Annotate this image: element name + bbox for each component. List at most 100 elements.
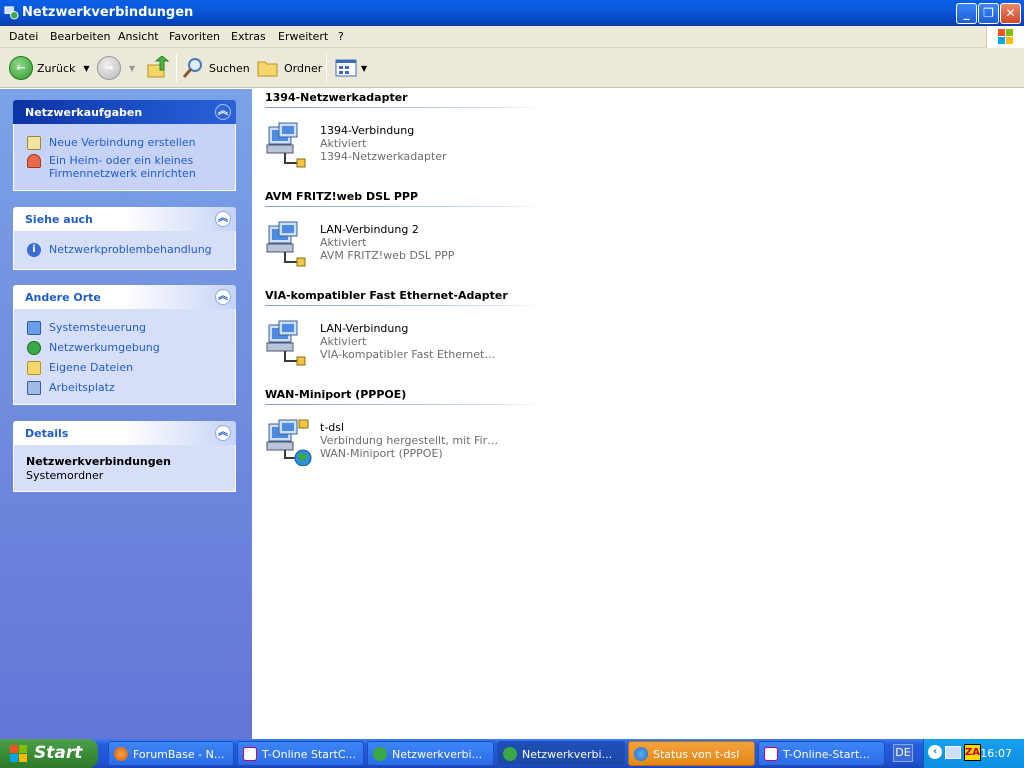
wan-connection-icon: [266, 419, 312, 466]
title-bar[interactable]: Netzwerkverbindungen _ ❐ ✕: [0, 0, 1024, 26]
details-box: Details ︽ Netzwerkverbindungen Systemord…: [13, 421, 236, 492]
details-header[interactable]: Details ︽: [13, 421, 236, 445]
connection-status: Aktiviert: [320, 137, 367, 150]
network-tray-icon[interactable]: [945, 746, 961, 759]
collapse-chevron-icon[interactable]: ︽: [215, 289, 231, 305]
globe-icon: [634, 747, 648, 761]
search-label: Suchen: [209, 61, 250, 75]
clock: 16:07: [980, 747, 1012, 760]
lan-connection-icon: [266, 122, 306, 168]
troubleshooting-link[interactable]: i Netzwerkproblembehandlung: [14, 243, 235, 257]
language-indicator[interactable]: DE: [893, 744, 913, 762]
connection-item[interactable]: LAN-Verbindung Aktiviert VIA-kompatibler…: [265, 319, 565, 371]
connection-device: WAN-Miniport (PPPOE): [320, 447, 443, 460]
home-network-link[interactable]: Ein Heim- oder ein kleines Firmennetzwer…: [14, 154, 235, 180]
windows-flag-icon: [998, 29, 1013, 44]
task-label: ForumBase - N...: [133, 748, 225, 761]
collapse-chevron-icon[interactable]: ︽: [215, 211, 231, 227]
my-documents-icon: [27, 361, 41, 375]
menu-datei[interactable]: Datei: [9, 30, 38, 43]
group-header: WAN-Miniport (PPPOE): [265, 388, 545, 405]
connection-name: LAN-Verbindung: [320, 322, 409, 335]
maximize-button[interactable]: ❐: [978, 3, 999, 24]
details-name: Netzwerkverbindungen: [26, 455, 171, 468]
menu-bearbeiten[interactable]: Bearbeiten: [50, 30, 110, 43]
group-title: WAN-Miniport (PPPOE): [265, 388, 407, 401]
group-title: 1394-Netzwerkadapter: [265, 91, 408, 104]
minimize-button[interactable]: _: [956, 3, 977, 24]
details-type: Systemordner: [26, 469, 104, 482]
taskbar-item-status-tdsl[interactable]: Status von t-dsl: [628, 741, 755, 766]
my-computer-link[interactable]: Arbeitsplatz: [14, 381, 235, 395]
content-area: 1394-Netzwerkadapter 1394-Verbindung Akt…: [252, 89, 1024, 739]
group-header: AVM FRITZ!web DSL PPP: [265, 190, 545, 207]
show-hidden-icons-icon[interactable]: ‹: [928, 745, 942, 759]
collapse-chevron-icon[interactable]: ︽: [215, 104, 231, 120]
taskbar-item-tonline-startc[interactable]: T-Online StartC...: [237, 741, 364, 766]
menu-help[interactable]: ?: [338, 30, 344, 43]
menu-bar: Datei Bearbeiten Ansicht Favoriten Extra…: [0, 26, 1024, 48]
taskbar-item-netzwerk-2[interactable]: Netzwerkverbi...: [497, 741, 625, 766]
forward-dropdown-icon[interactable]: ▼: [129, 64, 135, 73]
back-arrow-icon: ←: [9, 56, 33, 80]
connection-item[interactable]: t-dsl Verbindung hergestellt, mit Fir… W…: [265, 418, 565, 470]
start-button[interactable]: Start: [0, 739, 98, 768]
taskbar-item-netzwerk-1[interactable]: Netzwerkverbi...: [367, 741, 494, 766]
control-panel-label: Systemsteuerung: [49, 321, 147, 334]
network-tasks-title: Netzwerkaufgaben: [25, 106, 143, 119]
forward-button[interactable]: → ▼: [97, 48, 135, 88]
group-divider: [265, 206, 545, 207]
views-dropdown-icon[interactable]: ▼: [361, 64, 367, 73]
back-dropdown-icon[interactable]: ▼: [83, 64, 89, 73]
connection-device: VIA-kompatibler Fast Ethernet…: [320, 348, 496, 361]
connection-name: 1394-Verbindung: [320, 124, 415, 137]
search-button[interactable]: Suchen: [181, 48, 250, 88]
connection-name: LAN-Verbindung 2: [320, 223, 419, 236]
connection-item[interactable]: LAN-Verbindung 2 Aktiviert AVM FRITZ!web…: [265, 220, 565, 272]
troubleshooting-label: Netzwerkproblembehandlung: [49, 243, 212, 256]
menu-ansicht[interactable]: Ansicht: [118, 30, 159, 43]
lan-connection-icon: [266, 221, 306, 267]
up-folder-icon: [147, 56, 170, 78]
group-divider: [265, 305, 545, 306]
taskbar-item-tonline-start[interactable]: T-Online-Start...: [758, 741, 885, 766]
close-button[interactable]: ✕: [1000, 3, 1021, 24]
window-title: Netzwerkverbindungen: [22, 5, 194, 20]
menu-extras[interactable]: Extras: [231, 30, 266, 43]
menu-favoriten[interactable]: Favoriten: [169, 30, 220, 43]
toolbar-separator: [176, 54, 177, 82]
group-title: VIA-kompatibler Fast Ethernet-Adapter: [265, 289, 508, 302]
up-folder-button[interactable]: [146, 48, 170, 88]
group-divider: [265, 107, 545, 108]
zonealarm-icon[interactable]: ZA: [964, 744, 981, 761]
views-button[interactable]: ▼: [334, 48, 367, 88]
folder-icon: [257, 61, 278, 77]
taskbar-item-forumbase[interactable]: ForumBase - N...: [108, 741, 234, 766]
see-also-title: Siehe auch: [25, 213, 93, 226]
windows-logo: [986, 26, 1024, 48]
windows-flag-icon: [10, 745, 27, 762]
network-places-link[interactable]: Netzwerkumgebung: [14, 341, 235, 355]
task-pane: Netzwerkaufgaben ︽ Neue Verbindung erste…: [0, 89, 252, 739]
folders-button[interactable]: Ordner: [256, 48, 322, 88]
taskbar: Start ForumBase - N... T-Online StartC..…: [0, 739, 1024, 768]
back-button[interactable]: ← Zurück ▼: [9, 48, 90, 88]
network-places-label: Netzwerkumgebung: [49, 341, 160, 354]
collapse-chevron-icon[interactable]: ︽: [215, 425, 231, 441]
see-also-header[interactable]: Siehe auch ︽: [13, 207, 236, 231]
task-label: Netzwerkverbi...: [522, 748, 613, 761]
connection-item[interactable]: 1394-Verbindung Aktiviert 1394-Netzwerka…: [265, 121, 565, 173]
other-places-box: Andere Orte ︽ Systemsteuerung Netzwerkum…: [13, 285, 236, 405]
task-label: T-Online StartC...: [262, 748, 357, 761]
my-documents-link[interactable]: Eigene Dateien: [14, 361, 235, 375]
network-connections-icon: [4, 6, 19, 20]
other-places-header[interactable]: Andere Orte ︽: [13, 285, 236, 309]
new-connection-icon: [27, 136, 41, 150]
new-connection-link[interactable]: Neue Verbindung erstellen: [14, 136, 235, 150]
control-panel-link[interactable]: Systemsteuerung: [14, 321, 235, 335]
menu-erweitert[interactable]: Erweitert: [278, 30, 328, 43]
network-places-icon: [27, 341, 41, 355]
group-title: AVM FRITZ!web DSL PPP: [265, 190, 419, 203]
network-tasks-header[interactable]: Netzwerkaufgaben ︽: [13, 100, 236, 124]
details-title: Details: [25, 427, 69, 440]
